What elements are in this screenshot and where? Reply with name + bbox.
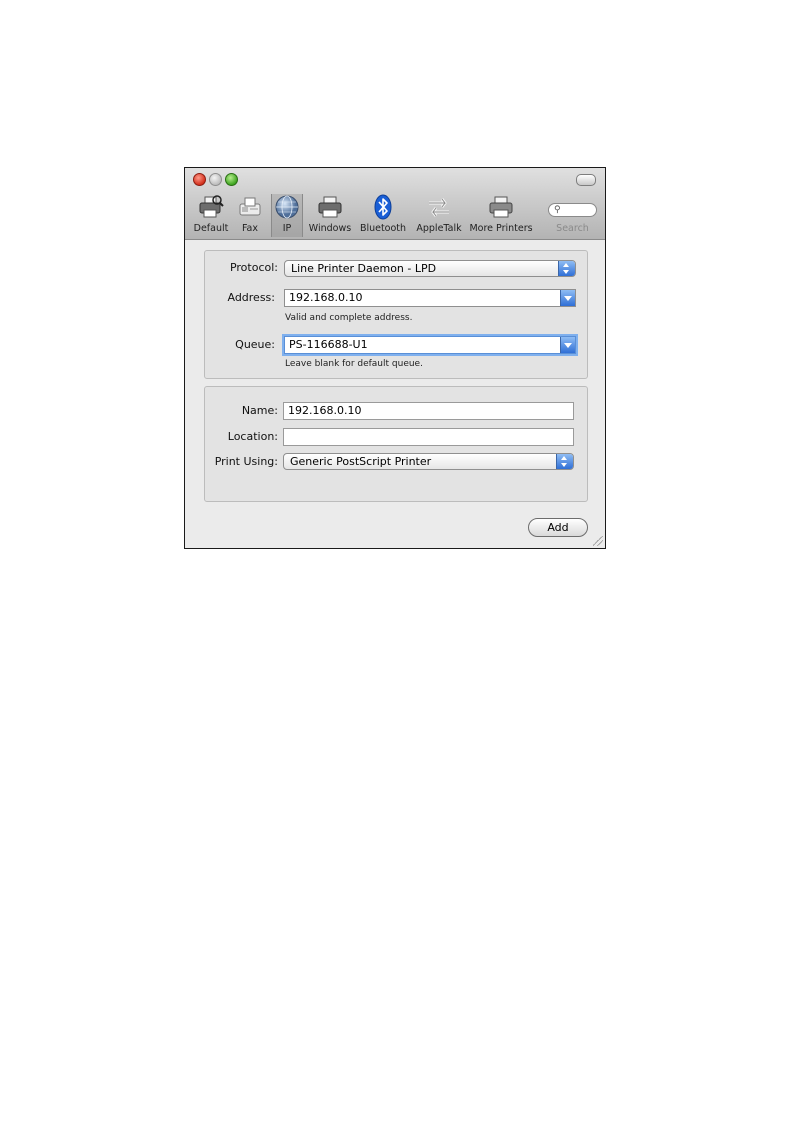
print-using-popup[interactable]: Generic PostScript Printer (283, 453, 574, 470)
close-button[interactable] (193, 173, 206, 186)
queue-label: Queue: (235, 338, 275, 351)
globe-icon (274, 194, 300, 220)
printer-icon (488, 194, 514, 220)
address-combo[interactable]: 192.168.0.10 (284, 289, 576, 307)
bluetooth-icon (370, 194, 396, 220)
toolbar-item-label: AppleTalk (416, 223, 462, 234)
resize-grip-icon[interactable] (593, 536, 603, 546)
protocol-value: Line Printer Daemon - LPD (291, 262, 437, 275)
protocol-popup[interactable]: Line Printer Daemon - LPD (284, 260, 576, 277)
printer-search-icon (198, 194, 224, 220)
toolbar-item-more-printers[interactable]: More Printers (467, 194, 535, 237)
toolbar-item-bluetooth[interactable]: Bluetooth (357, 194, 409, 237)
dropdown-arrow-icon[interactable] (560, 290, 575, 306)
queue-value: PS-116688-U1 (289, 338, 368, 351)
toolbar: Default Fax IP Windows Bluetooth AppleTa… (185, 168, 605, 240)
toolbar-item-windows[interactable]: Windows (307, 194, 353, 237)
toolbar-item-default[interactable]: Default (191, 194, 231, 237)
location-field[interactable] (283, 428, 574, 446)
search-input[interactable]: ⚲ (548, 203, 597, 217)
toolbar-item-label: More Printers (469, 223, 533, 234)
location-label: Location: (227, 430, 278, 443)
toolbar-item-appletalk[interactable]: AppleTalk (413, 194, 465, 237)
toolbar-item-label: Default (193, 223, 229, 234)
toolbar-item-label: IP (282, 223, 292, 234)
address-hint: Valid and complete address. (285, 313, 413, 323)
toolbar-toggle-button[interactable] (576, 174, 596, 186)
fax-icon (237, 194, 263, 220)
printer-info-panel: Name: 192.168.0.10 Location: Print Using… (204, 386, 588, 502)
address-label: Address: (227, 291, 275, 304)
queue-hint: Leave blank for default queue. (285, 359, 423, 369)
protocol-label: Protocol: (229, 261, 278, 274)
magnifier-icon: ⚲ (554, 205, 561, 215)
search-label: Search (556, 223, 589, 234)
arrows-icon (426, 194, 452, 220)
popup-stepper-icon (556, 454, 573, 469)
name-field[interactable]: 192.168.0.10 (283, 402, 574, 420)
name-value: 192.168.0.10 (288, 404, 362, 417)
address-value: 192.168.0.10 (289, 291, 363, 304)
minimize-button[interactable] (209, 173, 222, 186)
dropdown-arrow-icon[interactable] (560, 337, 575, 353)
queue-combo[interactable]: PS-116688-U1 (284, 336, 576, 354)
add-printer-window: Default Fax IP Windows Bluetooth AppleTa… (184, 167, 606, 549)
toolbar-item-label: Bluetooth (359, 223, 407, 234)
print-using-value: Generic PostScript Printer (290, 455, 432, 468)
zoom-button[interactable] (225, 173, 238, 186)
toolbar-item-label: Fax (241, 223, 259, 234)
toolbar-item-label: Windows (308, 223, 352, 234)
add-button[interactable]: Add (528, 518, 588, 537)
name-label: Name: (241, 404, 278, 417)
popup-stepper-icon (558, 261, 575, 276)
toolbar-item-ip[interactable]: IP (271, 194, 303, 237)
toolbar-item-fax[interactable]: Fax (233, 194, 267, 237)
print-using-label: Print Using: (214, 455, 278, 468)
printer-icon (317, 194, 343, 220)
connection-panel: Protocol: Line Printer Daemon - LPD Addr… (204, 250, 588, 379)
